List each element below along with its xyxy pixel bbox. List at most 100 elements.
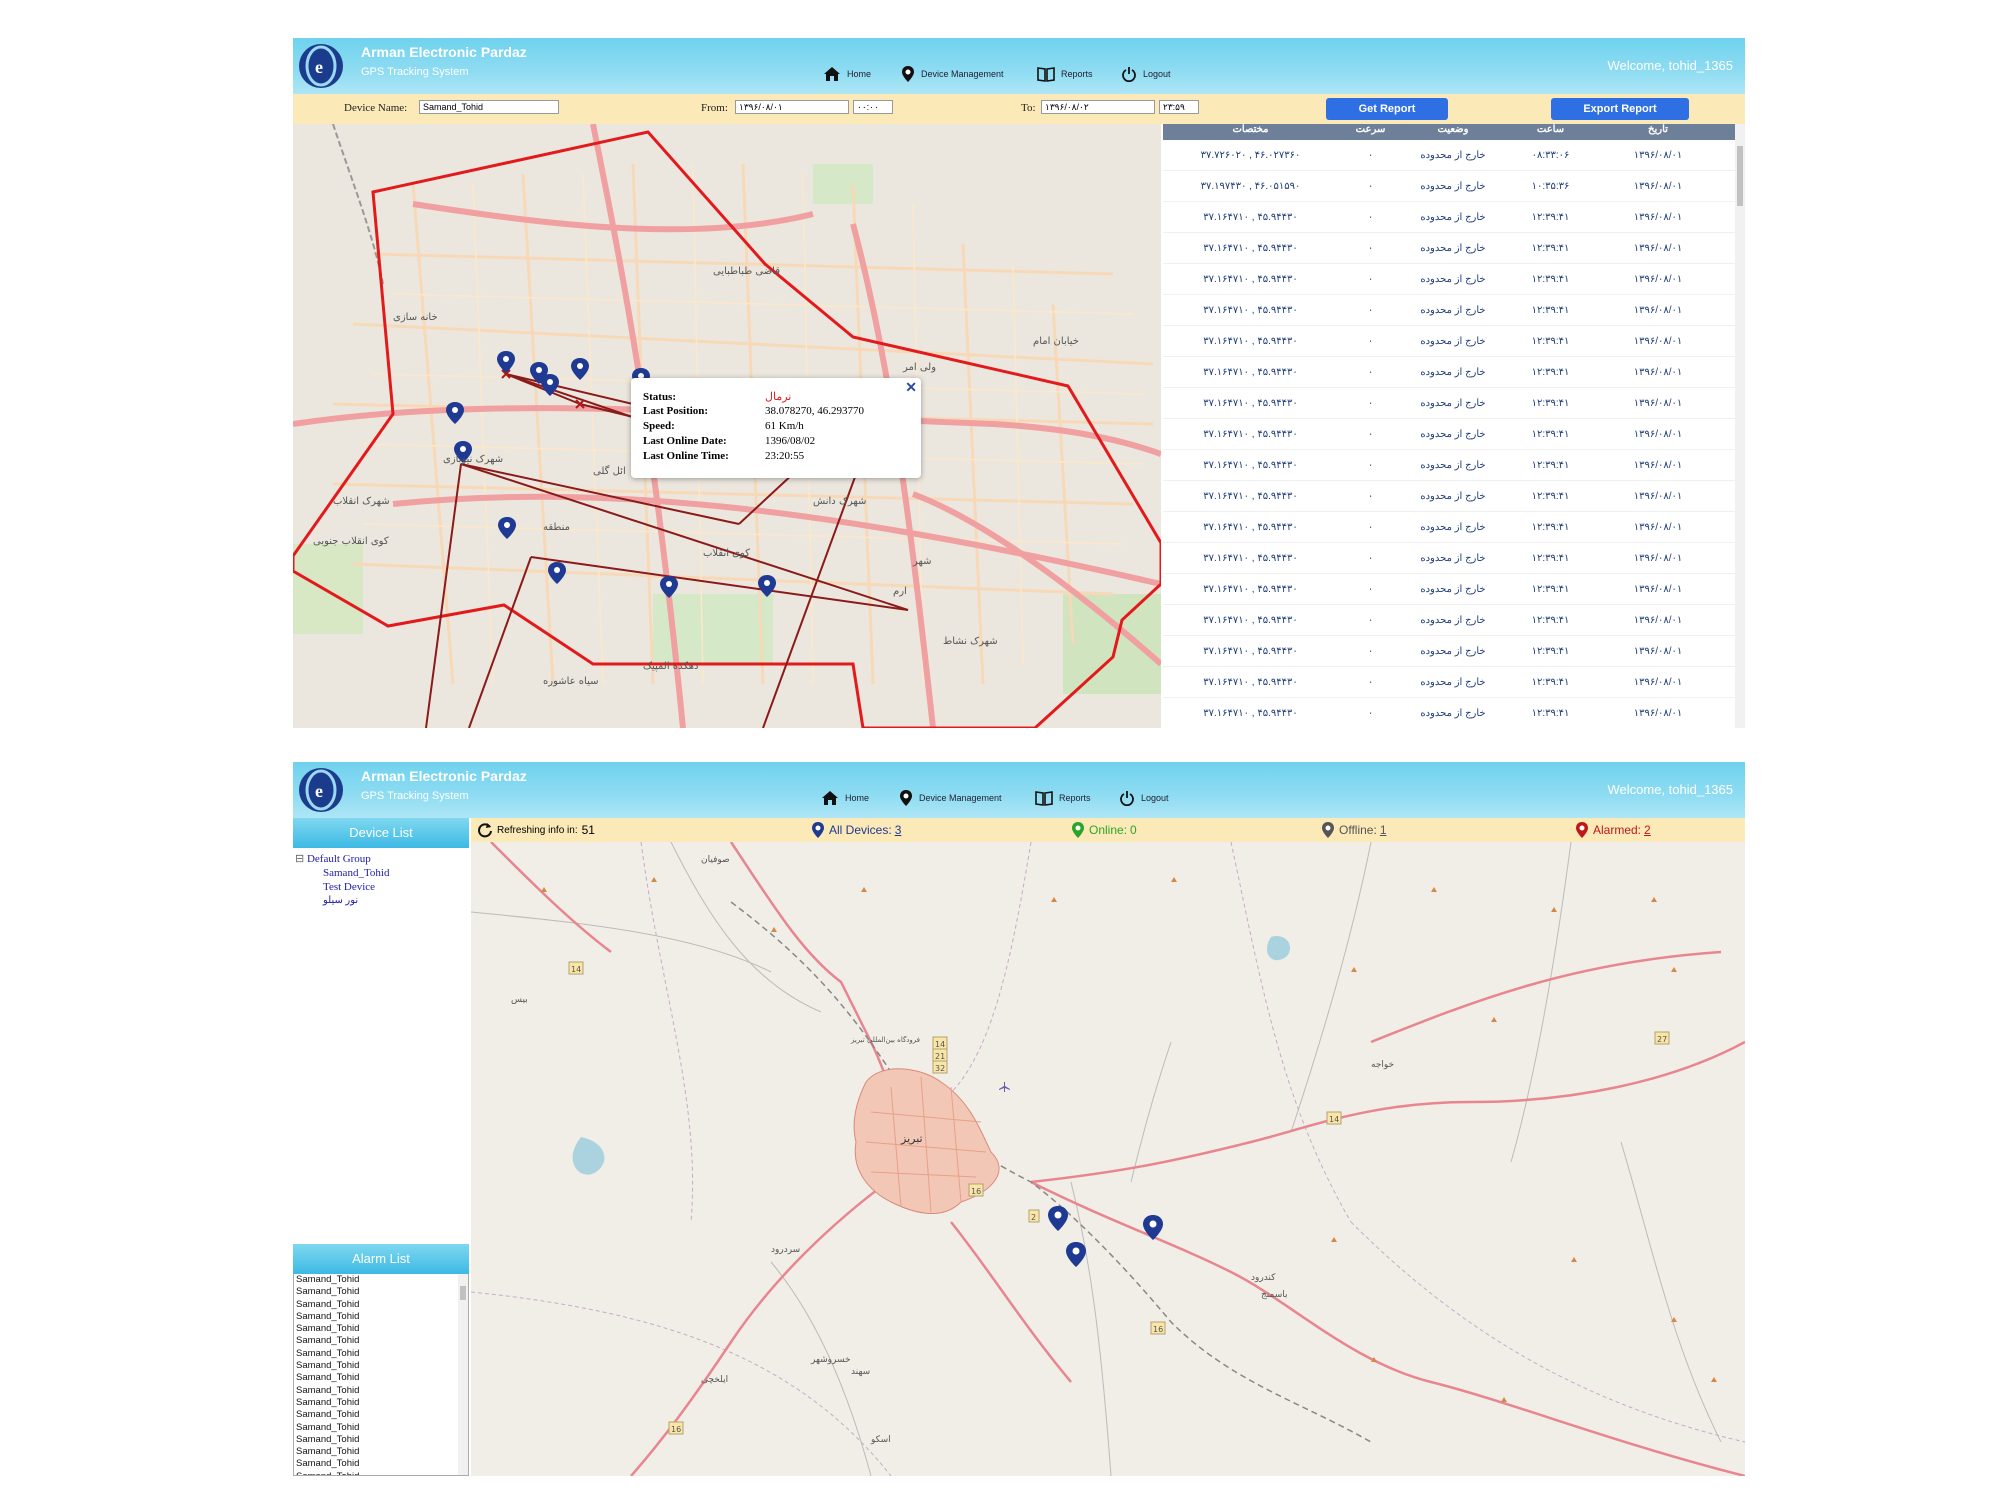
map1-label: ائل گلی xyxy=(593,465,626,477)
alarmed-filter[interactable]: Alarmed: 2 xyxy=(1575,821,1651,839)
table-scrollbar[interactable] xyxy=(1735,124,1745,728)
table-row[interactable]: ۳۷.۱۶۴۷۱۰ , ۴۵.۹۴۴۳۰ ۰ خارج از محدوده ۱۲:۳۹… xyxy=(1163,512,1745,543)
alarm-item[interactable]: Samand_Tohid xyxy=(296,1286,468,1298)
highway-shield: 16 xyxy=(971,1187,981,1196)
get-report-button[interactable]: Get Report xyxy=(1326,98,1448,120)
table-row[interactable]: ۳۷.۱۶۴۷۱۰ , ۴۵.۹۴۴۳۰ ۰ خارج از محدوده ۱۲:۳۹… xyxy=(1163,388,1745,419)
alarm-item[interactable]: Samand_Tohid xyxy=(296,1458,468,1470)
sidebar: Device List ⊟ Default Group Samand_Tohid… xyxy=(293,818,469,1476)
map1-label: شهرک نشاط xyxy=(943,636,998,647)
alarm-item[interactable]: Samand_Tohid xyxy=(296,1422,468,1434)
tree-item-device[interactable]: نور سیلو xyxy=(295,895,467,906)
cell-speed: ۰ xyxy=(1367,614,1374,626)
from-time-input[interactable] xyxy=(853,100,893,114)
alarm-item[interactable]: Samand_Tohid xyxy=(296,1335,468,1347)
alarm-scrollbar[interactable] xyxy=(458,1274,468,1475)
nav-device-management[interactable]: Device Management xyxy=(901,64,1004,84)
table-row[interactable]: ۳۷.۱۶۴۷۱۰ , ۴۵.۹۴۴۳۰ ۰ خارج از محدوده ۱۲:۳۹… xyxy=(1163,481,1745,512)
table-row[interactable]: ۳۷.۱۶۴۷۱۰ , ۴۵.۹۴۴۳۰ ۰ خارج از محدوده ۱۲:۳۹… xyxy=(1163,574,1745,605)
highway-shield: 16 xyxy=(671,1425,681,1434)
highway-shield: 14 xyxy=(935,1040,945,1049)
tree-group[interactable]: ⊟ Default Group xyxy=(295,852,467,865)
tree-item-device[interactable]: Samand_Tohid xyxy=(295,867,467,879)
table-row[interactable]: ۳۷.۱۶۴۷۱۰ , ۴۵.۹۴۴۳۰ ۰ خارج از محدوده ۱۲:۳۹… xyxy=(1163,667,1745,698)
map1-label: قاضی طباطبایی xyxy=(713,266,780,277)
cell-speed: ۰ xyxy=(1367,273,1374,285)
table-row[interactable]: ۳۷.۱۶۴۷۱۰ , ۴۵.۹۴۴۳۰ ۰ خارج از محدوده ۱۲:۳۹… xyxy=(1163,202,1745,233)
refresh-label: Refreshing info in: xyxy=(497,824,578,836)
cell-coords: ۳۷.۱۶۴۷۱۰ , ۴۵.۹۴۴۳۰ xyxy=(1203,273,1298,285)
online-filter[interactable]: Online: 0 xyxy=(1071,821,1137,839)
alarm-item[interactable]: Samand_Tohid xyxy=(296,1471,468,1475)
device-name-input[interactable] xyxy=(419,100,559,114)
alarm-item[interactable]: Samand_Tohid xyxy=(296,1323,468,1335)
report-table-body: ۳۷.۷۲۶۰۲۰ , ۴۶.۰۲۷۳۶۰ ۰ خارج از محدوده ۰۸:۳… xyxy=(1163,140,1745,728)
nav-reports[interactable]: Reports xyxy=(1035,788,1091,808)
map2-label: باسمنج xyxy=(1261,1290,1288,1300)
alarm-item[interactable]: Samand_Tohid xyxy=(296,1299,468,1311)
map1-label: شهرک نیوبازی xyxy=(443,454,503,465)
table-row[interactable]: ۳۷.۱۶۴۷۱۰ , ۴۵.۹۴۴۳۰ ۰ خارج از محدوده ۱۲:۳۹… xyxy=(1163,543,1745,574)
table-row[interactable]: ۳۷.۱۶۴۷۱۰ , ۴۵.۹۴۴۳۰ ۰ خارج از محدوده ۱۲:۳۹… xyxy=(1163,326,1745,357)
nav-reports[interactable]: Reports xyxy=(1037,64,1093,84)
nav-logout[interactable]: Logout xyxy=(1121,64,1171,84)
offline-filter[interactable]: Offline: 1 xyxy=(1321,821,1387,839)
table-row[interactable]: ۳۷.۷۲۶۰۲۰ , ۴۶.۰۲۷۳۶۰ ۰ خارج از محدوده ۰۸:۳… xyxy=(1163,140,1745,171)
overview-map[interactable]: 14 14 21 32 14 27 16 16 2 16 صوفیان بیس … xyxy=(471,842,1745,1476)
table-row[interactable]: ۳۷.۱۶۴۷۱۰ , ۴۵.۹۴۴۳۰ ۰ خارج از محدوده ۱۲:۳۹… xyxy=(1163,419,1745,450)
book-icon xyxy=(1035,791,1053,806)
table-row[interactable]: ۳۷.۱۶۴۷۱۰ , ۴۵.۹۴۴۳۰ ۰ خارج از محدوده ۱۲:۳۹… xyxy=(1163,636,1745,667)
nav-device-management[interactable]: Device Management xyxy=(899,788,1002,808)
nav-home[interactable]: Home xyxy=(821,788,869,808)
app-header: e Arman Electronic Pardaz GPS Tracking S… xyxy=(293,762,1745,818)
cell-date: ۱۳۹۶/۰۸/۰۱ xyxy=(1633,273,1683,285)
cell-date: ۱۳۹۶/۰۸/۰۱ xyxy=(1633,459,1683,471)
to-date-input[interactable] xyxy=(1041,100,1155,114)
alarm-item[interactable]: Samand_Tohid xyxy=(296,1372,468,1384)
cell-speed: ۰ xyxy=(1367,211,1374,223)
alarm-list[interactable]: Samand_Tohid Samand_Tohid Samand_Tohid Sama… xyxy=(293,1274,469,1476)
report-map[interactable]: ولی امر خانه سازی شهرک نیوبازی خیابان ام… xyxy=(293,124,1161,728)
table-row[interactable]: ۳۷.۱۶۴۷۱۰ , ۴۵.۹۴۴۳۰ ۰ خارج از محدوده ۱۲:۳۹… xyxy=(1163,605,1745,636)
to-time-input[interactable] xyxy=(1159,100,1199,114)
all-devices-filter[interactable]: All Devices: 3 xyxy=(811,821,901,839)
cell-coords: ۳۷.۱۶۴۷۱۰ , ۴۵.۹۴۴۳۰ xyxy=(1203,242,1298,254)
nav-home[interactable]: Home xyxy=(823,64,871,84)
from-date-input[interactable] xyxy=(735,100,849,114)
cell-status: خارج از محدوده xyxy=(1420,614,1486,626)
map2-label: سردرود xyxy=(771,1245,800,1255)
popup-status-value: نرمال xyxy=(765,391,792,403)
scroll-thumb[interactable] xyxy=(1737,146,1743,206)
cell-date: ۱۳۹۶/۰۸/۰۱ xyxy=(1633,676,1683,688)
cell-time: ۱۲:۳۹:۴۱ xyxy=(1531,676,1570,688)
alarm-item[interactable]: Samand_Tohid xyxy=(296,1274,468,1286)
alarmed-label: Alarmed: xyxy=(1593,823,1642,837)
cell-status: خارج از محدوده xyxy=(1420,304,1486,316)
table-row[interactable]: ۳۷.۱۶۴۷۱۰ , ۴۵.۹۴۴۳۰ ۰ خارج از محدوده ۱۲:۳۹… xyxy=(1163,357,1745,388)
alarm-item[interactable]: Samand_Tohid xyxy=(296,1397,468,1409)
close-icon[interactable]: ✕ xyxy=(905,380,917,397)
alarm-item[interactable]: Samand_Tohid xyxy=(296,1360,468,1372)
export-report-button[interactable]: Export Report xyxy=(1551,98,1689,120)
alarm-item[interactable]: Samand_Tohid xyxy=(296,1348,468,1360)
map2-label: صوفیان xyxy=(701,855,730,865)
alarm-item[interactable]: Samand_Tohid xyxy=(296,1409,468,1421)
alarm-item[interactable]: Samand_Tohid xyxy=(296,1434,468,1446)
alarm-item[interactable]: Samand_Tohid xyxy=(296,1385,468,1397)
alarm-item[interactable]: Samand_Tohid xyxy=(296,1311,468,1323)
cell-time: ۱۲:۳۹:۴۱ xyxy=(1531,335,1570,347)
scroll-thumb[interactable] xyxy=(460,1286,466,1300)
alarm-item[interactable]: Samand_Tohid xyxy=(296,1446,468,1458)
table-row[interactable]: ۳۷.۱۶۴۷۱۰ , ۴۵.۹۴۴۳۰ ۰ خارج از محدوده ۱۲:۳۹… xyxy=(1163,264,1745,295)
cell-status: خارج از محدوده xyxy=(1420,211,1486,223)
map-pin-icon xyxy=(902,66,914,82)
nav-logout[interactable]: Logout xyxy=(1119,788,1169,808)
table-row[interactable]: ۳۷.۱۶۴۷۱۰ , ۴۵.۹۴۴۳۰ ۰ خارج از محدوده ۱۲:۳۹… xyxy=(1163,698,1745,728)
table-row[interactable]: ۳۷.۱۶۴۷۱۰ , ۴۵.۹۴۴۳۰ ۰ خارج از محدوده ۱۲:۳۹… xyxy=(1163,233,1745,264)
table-row[interactable]: ۳۷.۱۶۴۷۱۰ , ۴۵.۹۴۴۳۰ ۰ خارج از محدوده ۱۲:۳۹… xyxy=(1163,450,1745,481)
table-row[interactable]: ۳۷.۱۶۴۷۱۰ , ۴۵.۹۴۴۳۰ ۰ خارج از محدوده ۱۲:۳۹… xyxy=(1163,295,1745,326)
tree-item-device[interactable]: Test Device xyxy=(295,881,467,893)
refresh-icon[interactable] xyxy=(477,822,493,838)
table-row[interactable]: ۳۷.۱۹۷۴۳۰ , ۴۶.۰۵۱۵۹۰ ۰ خارج از محدوده ۱۰:۳… xyxy=(1163,171,1745,202)
map1-label: شهرک دانش xyxy=(813,496,866,507)
